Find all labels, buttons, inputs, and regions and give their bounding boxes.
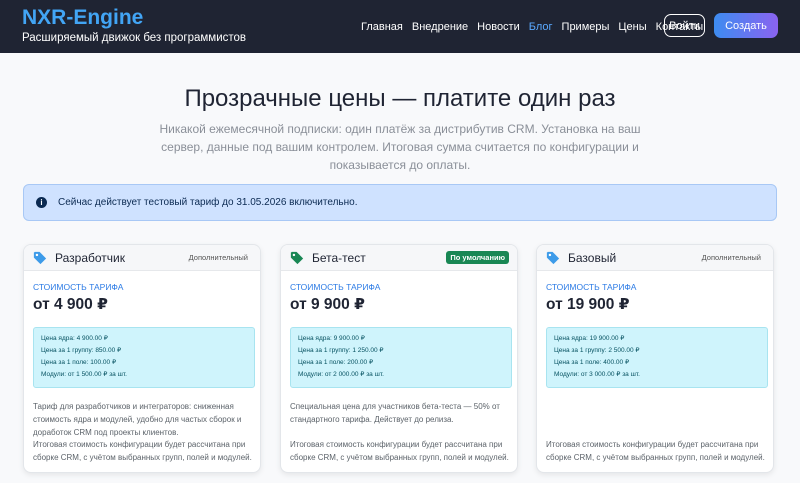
card-description: Тариф для разработчиков и интеграторов: … bbox=[33, 402, 242, 437]
nav-link-prices[interactable]: Цены bbox=[618, 21, 646, 33]
card-body: СТОИМОСТЬ ТАРИФА от 19 900 ₽ Цена ядра: … bbox=[537, 271, 773, 397]
nav-links: Главная Внедрение Новости Блог Примеры Ц… bbox=[361, 0, 712, 53]
tag-icon bbox=[290, 251, 304, 265]
price-line: Цена за 1 группу: 850.00 ₽ bbox=[41, 347, 122, 354]
brand-title[interactable]: NXR-Engine bbox=[22, 7, 246, 29]
price-line: Модули: от 1 500.00 ₽ за шт. bbox=[41, 371, 127, 378]
card-body: СТОИМОСТЬ ТАРИФА от 4 900 ₽ Цена ядра: 4… bbox=[24, 271, 260, 448]
pricing-card-beta: Бета-тест По умолчанию СТОИМОСТЬ ТАРИФА … bbox=[280, 244, 518, 473]
nav-link-home[interactable]: Главная bbox=[361, 21, 403, 33]
info-alert: i Сейчас действует тестовый тариф до 31.… bbox=[23, 184, 777, 221]
price-line: Цена за 1 группу: 2 500.00 ₽ bbox=[554, 347, 640, 354]
page-description: Никакой ежемесячной подписки: один платё… bbox=[159, 122, 641, 172]
card-badge: Дополнительный bbox=[701, 253, 761, 262]
nav-link-blog[interactable]: Блог bbox=[529, 21, 553, 33]
price-value: от 4 900 ₽ bbox=[33, 296, 108, 313]
nav-link-implementation[interactable]: Внедрение bbox=[412, 21, 468, 33]
price-line: Цена ядра: 4 900.00 ₽ bbox=[41, 335, 108, 342]
price-line: Цена за 1 группу: 1 250.00 ₽ bbox=[298, 347, 384, 354]
price-line: Модули: от 3 000.00 ₽ за шт. bbox=[554, 371, 640, 378]
price-value: от 19 900 ₽ bbox=[546, 296, 630, 313]
card-header: Бета-тест По умолчанию bbox=[281, 245, 517, 271]
price-details: Цена ядра: 9 900.00 ₽ Цена за 1 группу: … bbox=[290, 327, 512, 388]
brand[interactable]: NXR-Engine Расширяемый движок без програ… bbox=[22, 7, 246, 46]
alert-text: Сейчас действует тестовый тариф до 31.05… bbox=[58, 197, 358, 208]
price-line: Цена ядра: 9 900.00 ₽ bbox=[298, 335, 365, 342]
pricing-card-basic: Базовый Дополнительный СТОИМОСТЬ ТАРИФА … bbox=[536, 244, 774, 473]
card-badge: Дополнительный bbox=[188, 253, 248, 262]
price-details: Цена ядра: 19 900.00 ₽ Цена за 1 группу:… bbox=[546, 327, 768, 388]
price-line: Модули: от 2 000.00 ₽ за шт. bbox=[298, 371, 384, 378]
card-header: Базовый Дополнительный bbox=[537, 245, 773, 271]
price-line: Цена ядра: 19 900.00 ₽ bbox=[554, 335, 625, 342]
card-header: Разработчик Дополнительный bbox=[24, 245, 260, 271]
nav-link-examples[interactable]: Примеры bbox=[562, 21, 610, 33]
card-badge: По умолчанию bbox=[446, 251, 509, 264]
price-label: СТОИМОСТЬ ТАРИФА bbox=[33, 282, 124, 292]
card-body: СТОИМОСТЬ ТАРИФА от 9 900 ₽ Цена ядра: 9… bbox=[281, 271, 517, 435]
card-title: Бета-тест bbox=[312, 250, 366, 265]
price-value: от 9 900 ₽ bbox=[290, 296, 365, 313]
card-description: Специальная цена для участников бета-тес… bbox=[290, 402, 500, 424]
card-footer-note: Итоговая стоимость конфигурации будет ра… bbox=[33, 440, 252, 462]
price-details: Цена ядра: 4 900.00 ₽ Цена за 1 группу: … bbox=[33, 327, 255, 388]
create-button[interactable]: Создать bbox=[714, 13, 778, 38]
price-line: Цена за 1 поле: 200.00 ₽ bbox=[298, 359, 374, 366]
login-button[interactable]: Войти bbox=[664, 14, 705, 37]
nav-link-news[interactable]: Новости bbox=[477, 21, 520, 33]
tag-icon bbox=[33, 251, 47, 265]
tag-icon bbox=[546, 251, 560, 265]
top-navbar: NXR-Engine Расширяемый движок без програ… bbox=[0, 0, 800, 53]
page-title: Прозрачные цены — платите один раз bbox=[184, 85, 616, 112]
price-label: СТОИМОСТЬ ТАРИФА bbox=[290, 282, 381, 292]
card-title: Базовый bbox=[568, 250, 617, 265]
price-line: Цена за 1 поле: 100.00 ₽ bbox=[41, 359, 117, 366]
info-icon: i bbox=[36, 197, 47, 208]
card-footer-note: Итоговая стоимость конфигурации будет ра… bbox=[290, 440, 509, 462]
price-label: СТОИМОСТЬ ТАРИФА bbox=[546, 282, 637, 292]
brand-subtitle: Расширяемый движок без программистов bbox=[22, 32, 247, 44]
card-footer-note: Итоговая стоимость конфигурации будет ра… bbox=[546, 440, 765, 462]
card-title: Разработчик bbox=[55, 250, 125, 265]
pricing-card-developer: Разработчик Дополнительный СТОИМОСТЬ ТАР… bbox=[23, 244, 261, 473]
price-line: Цена за 1 поле: 400.00 ₽ bbox=[554, 359, 630, 366]
